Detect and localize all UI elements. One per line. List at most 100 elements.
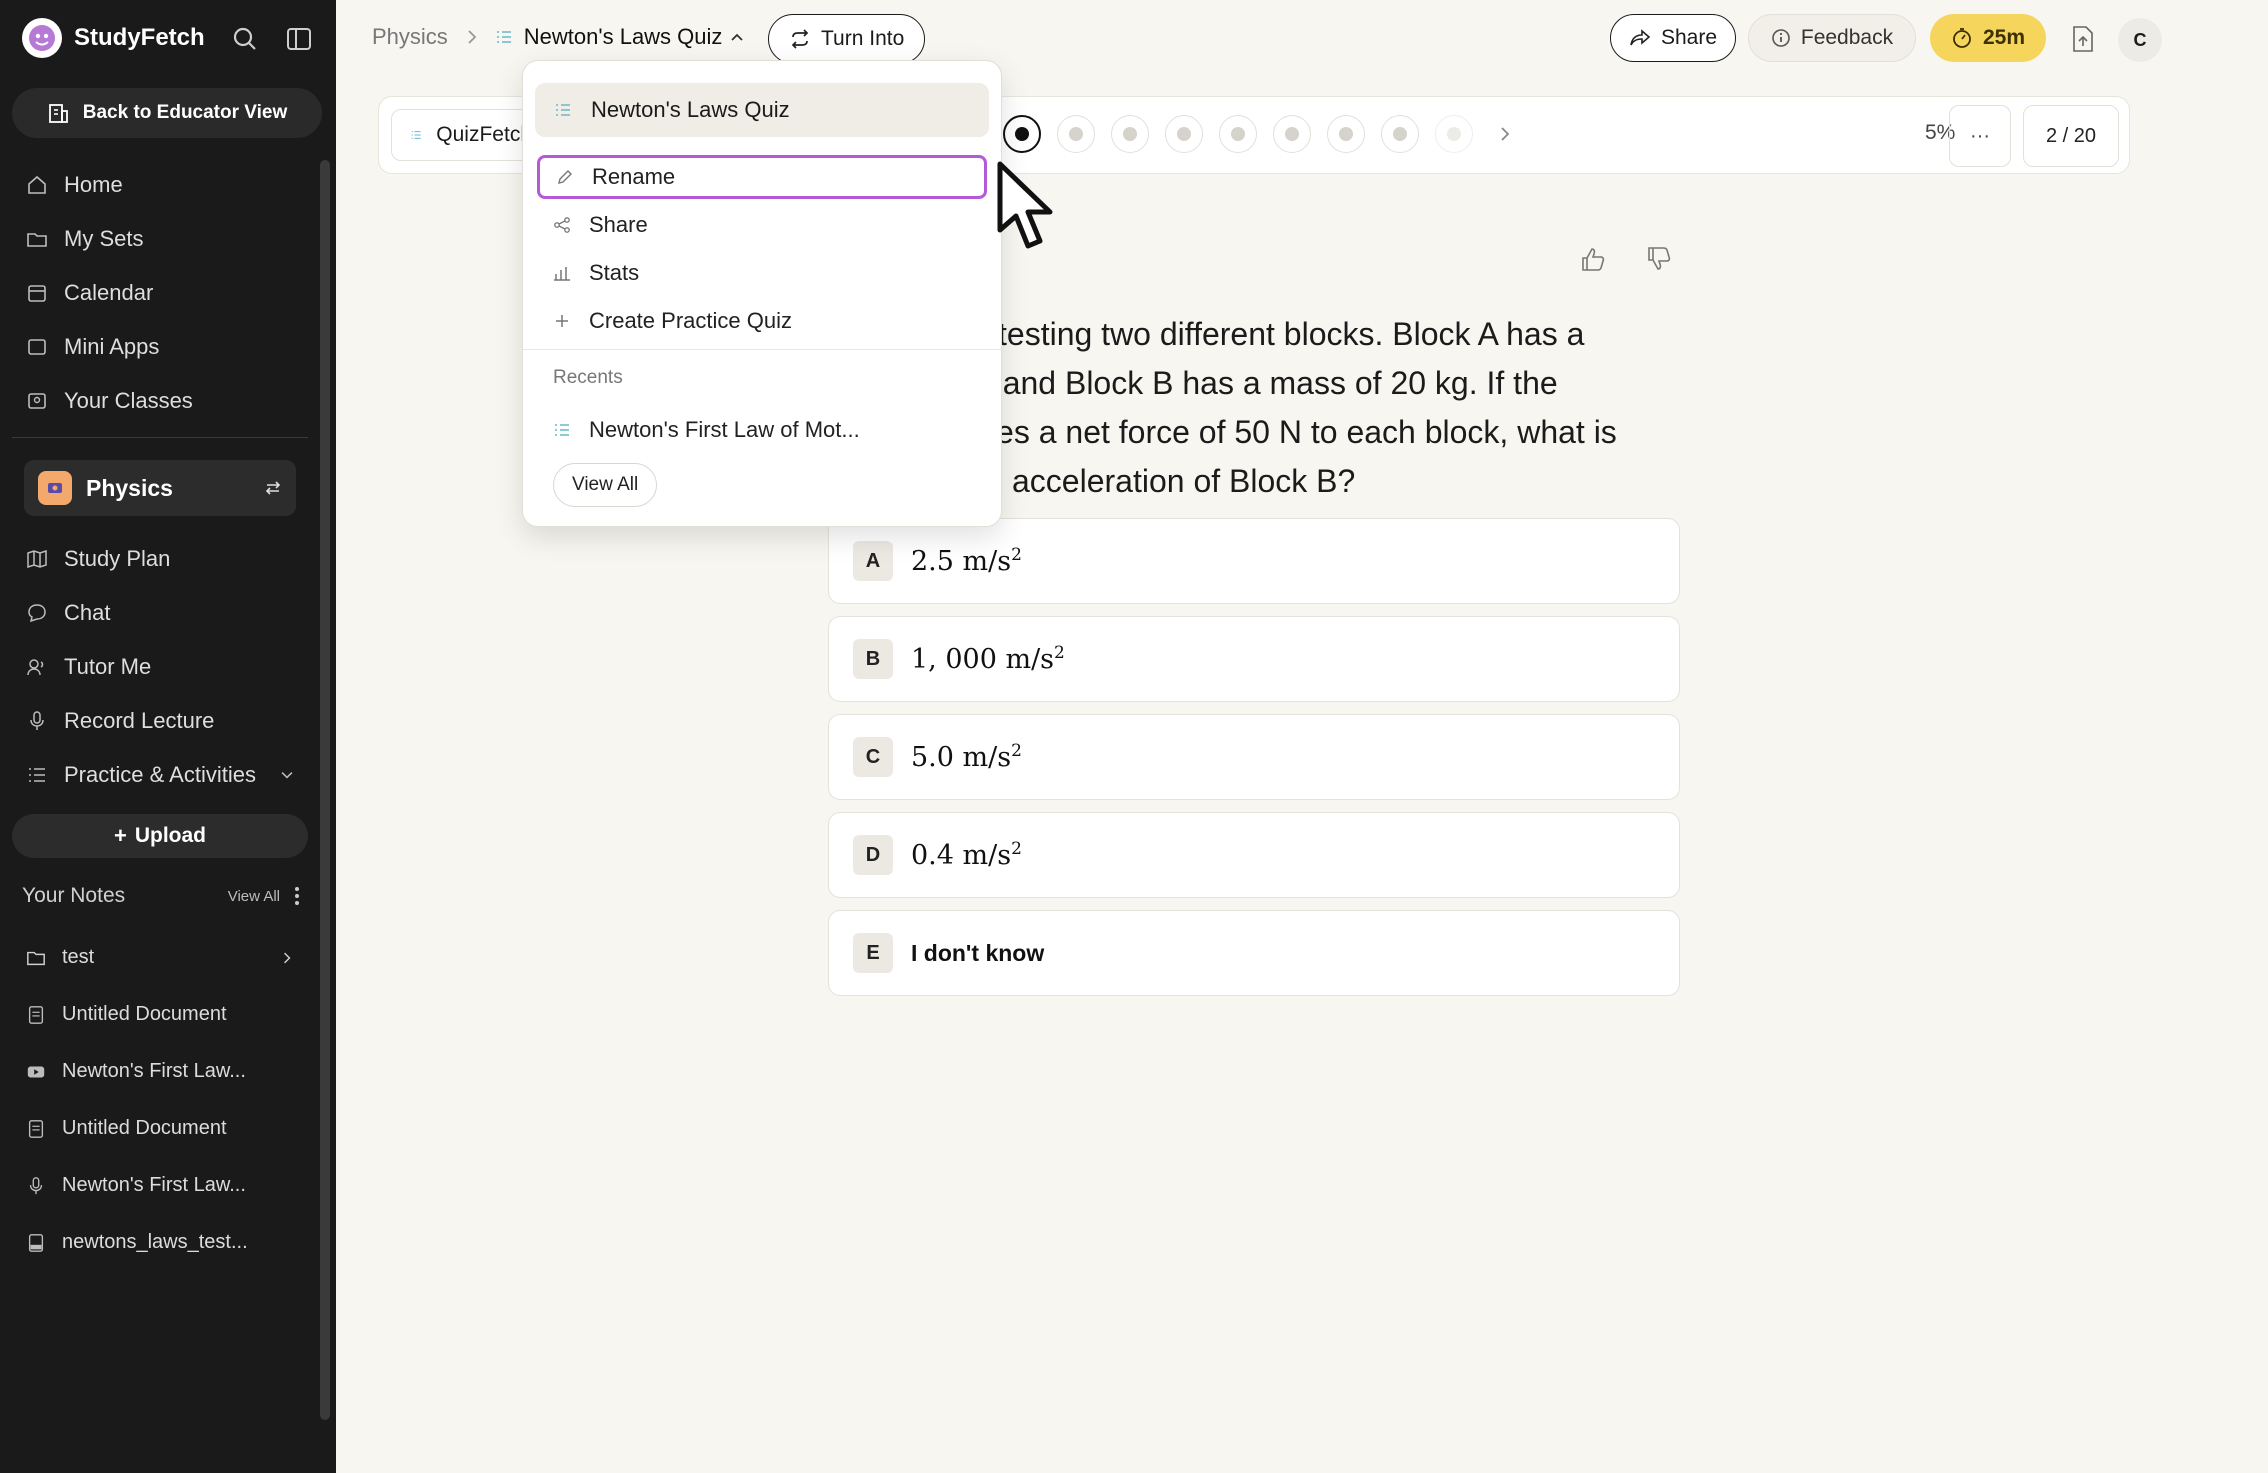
option-letter: C (853, 737, 893, 777)
question-line: acceleration of Block B? (1012, 463, 1356, 499)
notes-view-all-link[interactable]: View All (228, 888, 280, 905)
option-letter: D (853, 835, 893, 875)
question-counter[interactable]: 2 / 20 (2023, 105, 2119, 167)
kebab-menu-icon[interactable] (294, 886, 300, 906)
nav-tutor-me[interactable]: Tutor Me (26, 654, 151, 680)
map-icon (27, 549, 47, 569)
nav-mini-apps[interactable]: Mini Apps (26, 334, 159, 360)
class-name: Physics (86, 474, 173, 501)
option-exponent: 2 (1011, 545, 1022, 565)
nav-your-classes[interactable]: Your Classes (26, 388, 193, 414)
avatar[interactable]: C (2118, 18, 2162, 62)
note-item[interactable]: Untitled Document (26, 1003, 227, 1026)
class-switcher[interactable]: Physics (24, 460, 296, 516)
pdf-icon (28, 1233, 44, 1252)
chevron-up-icon[interactable] (728, 28, 746, 46)
note-item[interactable]: newtons_laws_test... (26, 1231, 248, 1254)
view-all-button[interactable]: View All (553, 463, 658, 507)
more-options-button[interactable]: ··· (1949, 105, 2011, 167)
breadcrumb: Physics Newton's Laws Quiz (372, 24, 746, 50)
upload-button[interactable]: + Upload (12, 814, 308, 858)
nav-my-sets[interactable]: My Sets (26, 226, 143, 252)
option-exponent: 2 (1054, 643, 1065, 663)
nav-study-plan[interactable]: Study Plan (26, 546, 170, 572)
note-item[interactable]: Untitled Document (26, 1117, 227, 1140)
option-value: 2.5 m/s2 (911, 545, 1022, 577)
back-to-educator-label: Back to Educator View (82, 102, 288, 123)
nav-calendar[interactable]: Calendar (26, 280, 153, 306)
menu-item-label: Share (589, 212, 648, 237)
recent-item[interactable]: Newton's First Law of Mot... (537, 409, 987, 451)
breadcrumb-root[interactable]: Physics (372, 24, 448, 50)
answer-option-c[interactable]: C 5.0 m/s2 (828, 714, 1680, 800)
answer-option-a[interactable]: A 2.5 m/s2 (828, 518, 1680, 604)
studyfetch-logo-icon (22, 18, 62, 58)
note-item[interactable]: Newton's First Law... (26, 1174, 246, 1197)
share-nodes-icon (554, 217, 570, 233)
question-dot[interactable] (1273, 115, 1311, 153)
nav-chat[interactable]: Chat (26, 600, 110, 626)
sidebar-toggle-icon[interactable] (284, 24, 314, 54)
note-label: test (62, 946, 95, 968)
chevron-down-icon[interactable] (278, 766, 296, 784)
share-button[interactable]: Share (1610, 14, 1736, 62)
back-to-educator-button[interactable]: Back to Educator View (12, 88, 322, 138)
timer-button[interactable]: 25m (1930, 14, 2046, 62)
option-value: I don't know (911, 939, 1045, 966)
menu-item-create-practice-quiz[interactable]: Create Practice Quiz (537, 300, 987, 342)
feedback-label: Feedback (1800, 26, 1894, 49)
nav-tutor-me-label: Tutor Me (64, 654, 152, 679)
home-icon (28, 175, 46, 194)
question-dot[interactable] (1219, 115, 1257, 153)
question-dot[interactable] (1327, 115, 1365, 153)
option-value-base: 2.5 m/s (911, 546, 1012, 577)
chevron-right-icon (468, 30, 477, 44)
export-file-icon[interactable] (2068, 22, 2098, 56)
swap-icon[interactable] (264, 479, 282, 497)
option-exponent: 2 (1011, 839, 1022, 859)
note-item[interactable]: Newton's First Law... (26, 1060, 246, 1083)
answer-option-e[interactable]: E I don't know (828, 910, 1680, 996)
breadcrumb-current[interactable]: Newton's Laws Quiz (524, 24, 723, 50)
mic-icon (29, 1176, 43, 1194)
question-dot[interactable] (1057, 115, 1095, 153)
menu-item-rename[interactable]: Rename (537, 155, 987, 199)
menu-item-share[interactable]: Share (537, 204, 987, 246)
question-dot-current[interactable] (1003, 115, 1041, 153)
question-line: g and Block B has a mass of 20 kg. If th… (976, 365, 1558, 401)
option-value-base: 0.4 m/s (911, 840, 1012, 871)
note-label: Newton's First Law... (62, 1174, 246, 1196)
brand-name: StudyFetch (74, 24, 205, 51)
recent-item-label: Newton's First Law of Mot... (589, 417, 860, 442)
answer-option-d[interactable]: D 0.4 m/s2 (828, 812, 1680, 898)
note-label: Newton's First Law... (62, 1060, 246, 1082)
sidebar-scrollbar[interactable] (320, 160, 330, 1420)
bar-chart-icon (554, 267, 570, 281)
thumbs-down-icon[interactable] (1642, 242, 1676, 276)
nav-home[interactable]: Home (26, 172, 123, 198)
classes-icon (28, 393, 46, 409)
building-icon (48, 104, 68, 123)
thumbs-up-icon[interactable] (1576, 242, 1610, 276)
answer-option-b[interactable]: B 1, 000 m/s2 (828, 616, 1680, 702)
recents-heading: Recents (553, 367, 623, 388)
question-dot[interactable] (1165, 115, 1203, 153)
search-icon[interactable] (230, 24, 260, 54)
question-dot[interactable] (1111, 115, 1149, 153)
question-dot[interactable] (1435, 115, 1473, 153)
brand[interactable]: StudyFetch (22, 18, 205, 58)
menu-item-stats[interactable]: Stats (537, 252, 987, 294)
nav-record-lecture[interactable]: Record Lecture (26, 708, 214, 734)
tutor-icon (27, 659, 44, 676)
turn-into-button[interactable]: Turn Into (768, 14, 926, 64)
dropdown-current-item[interactable]: Newton's Laws Quiz (535, 83, 989, 137)
info-icon (1772, 29, 1790, 47)
notes-title: Your Notes (22, 884, 126, 907)
nav-practice-activities[interactable]: Practice & Activities (26, 762, 296, 788)
quiz-list-icon (556, 104, 570, 116)
feedback-button[interactable]: Feedback (1748, 14, 1916, 62)
chevron-right-icon[interactable] (278, 949, 296, 967)
chevron-right-icon[interactable] (1495, 124, 1515, 144)
note-folder-test[interactable]: test (26, 946, 296, 969)
question-dot[interactable] (1381, 115, 1419, 153)
